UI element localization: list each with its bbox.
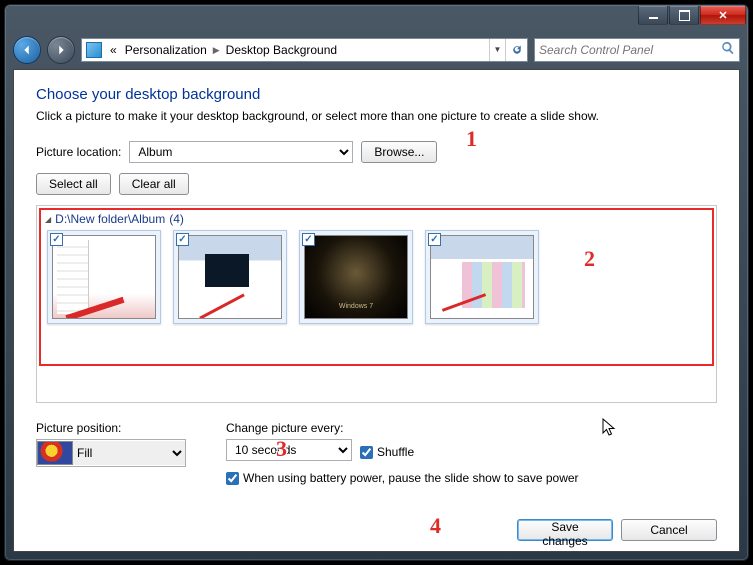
clear-all-button[interactable]: Clear all xyxy=(119,173,189,195)
change-interval-combo[interactable]: 10 seconds xyxy=(226,439,352,461)
group-header[interactable]: ◢ D:\New folder\Album (4) xyxy=(37,206,716,230)
address-bar[interactable]: « Personalization ▶ Desktop Background ▼ xyxy=(81,38,528,62)
breadcrumb-personalization[interactable]: Personalization xyxy=(121,43,211,57)
nav-row: « Personalization ▶ Desktop Background ▼ xyxy=(13,33,740,67)
select-all-button[interactable]: Select all xyxy=(36,173,111,195)
address-dropdown-icon[interactable]: ▼ xyxy=(489,39,505,61)
search-input[interactable] xyxy=(539,43,721,57)
cancel-button[interactable]: Cancel xyxy=(621,519,717,541)
picture-location-combo[interactable]: Album xyxy=(129,141,353,163)
picture-position-select[interactable]: Fill xyxy=(73,441,185,465)
search-box[interactable] xyxy=(534,38,740,62)
breadcrumb-chevron[interactable]: « xyxy=(106,43,121,57)
breadcrumb-desktop-background[interactable]: Desktop Background xyxy=(222,43,341,57)
group-path: D:\New folder\Album xyxy=(55,212,165,226)
picture-gallery: ◢ D:\New folder\Album (4) xyxy=(36,205,717,403)
thumbnail-3[interactable] xyxy=(299,230,413,324)
picture-position-combo[interactable]: Fill xyxy=(36,439,186,467)
picture-position-label: Picture position: xyxy=(36,421,186,435)
shuffle-label: Shuffle xyxy=(377,445,414,459)
collapse-triangle-icon[interactable]: ◢ xyxy=(45,215,51,224)
titlebar xyxy=(5,5,748,33)
refresh-button[interactable] xyxy=(505,39,527,61)
annotation-4: 4 xyxy=(430,513,441,539)
change-picture-label: Change picture every: xyxy=(226,421,579,435)
cursor-icon xyxy=(602,418,618,438)
thumbnail-checkbox[interactable] xyxy=(176,233,189,246)
page-title: Choose your desktop background xyxy=(36,86,717,103)
group-count: (4) xyxy=(169,212,184,226)
thumbnail-4[interactable] xyxy=(425,230,539,324)
position-preview-icon xyxy=(37,441,73,465)
thumbnail-2[interactable] xyxy=(173,230,287,324)
save-changes-button[interactable]: Save changes xyxy=(517,519,613,541)
battery-checkbox[interactable] xyxy=(226,472,239,485)
content-pane: Choose your desktop background Click a p… xyxy=(13,69,740,552)
maximize-button[interactable] xyxy=(669,6,699,25)
close-button[interactable] xyxy=(700,6,746,25)
shuffle-checkbox[interactable] xyxy=(360,446,373,459)
thumbnail-checkbox[interactable] xyxy=(428,233,441,246)
page-subtitle: Click a picture to make it your desktop … xyxy=(36,109,717,123)
browse-button[interactable]: Browse... xyxy=(361,141,437,163)
battery-label: When using battery power, pause the slid… xyxy=(243,471,579,485)
thumbnail-checkbox[interactable] xyxy=(302,233,315,246)
forward-button[interactable] xyxy=(47,36,75,64)
back-button[interactable] xyxy=(13,36,41,64)
location-icon xyxy=(86,42,102,58)
search-icon xyxy=(721,41,735,60)
chevron-right-icon: ▶ xyxy=(211,45,222,56)
thumbnail-1[interactable] xyxy=(47,230,161,324)
window-frame: « Personalization ▶ Desktop Background ▼… xyxy=(4,4,749,561)
picture-location-label: Picture location: xyxy=(36,145,121,159)
minimize-button[interactable] xyxy=(638,6,668,25)
thumbnail-checkbox[interactable] xyxy=(50,233,63,246)
